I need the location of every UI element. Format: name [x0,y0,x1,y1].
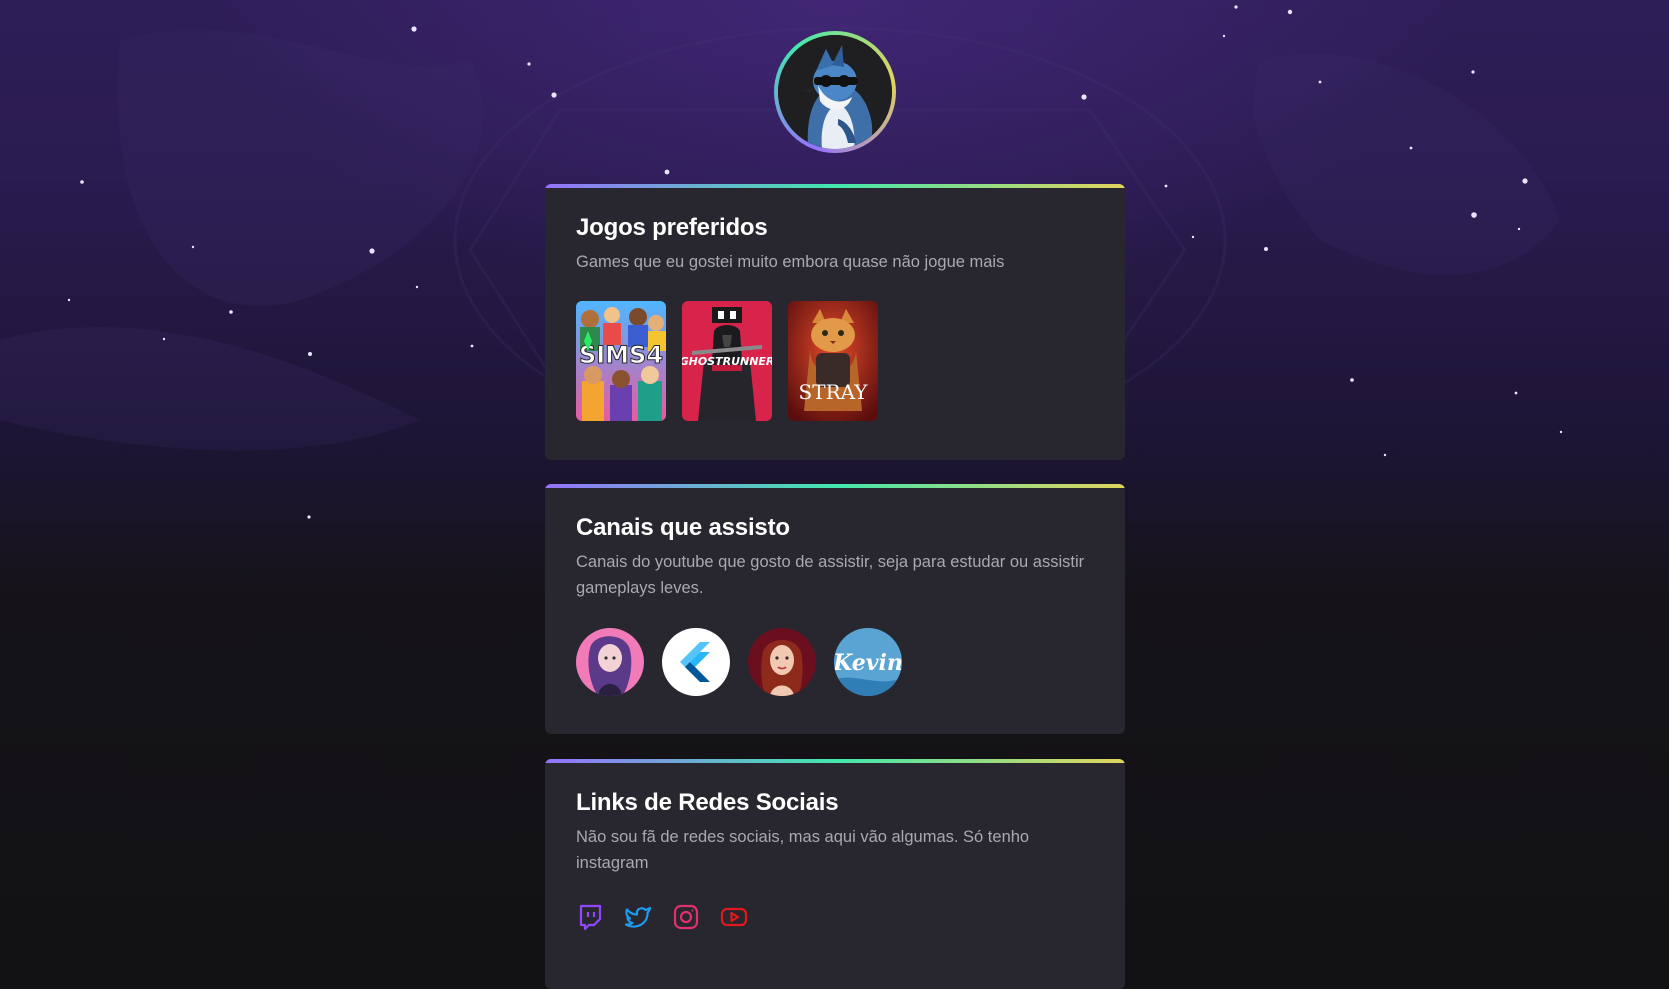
stray-cover-icon[interactable]: STRAY [788,301,878,421]
sims4-cover-icon[interactable]: SIMS4 [576,301,666,421]
profile-avatar-ring [774,31,896,153]
twitch-icon[interactable] [576,903,604,931]
channels-list: Kevin [576,628,1093,696]
youtube-icon[interactable] [720,903,748,931]
section-description: Não sou fã de redes sociais, mas aqui vã… [576,828,1030,872]
blue-jay-avatar-icon [778,35,892,149]
channel-kevin-logo-icon[interactable]: Kevin [834,628,902,696]
svg-text:Kevin: Kevin [834,650,902,676]
section-title: Jogos preferidos [576,214,768,241]
channel-anime-girl-avatar-icon[interactable] [576,628,644,696]
section-description: Canais do youtube que gosto de assistir,… [576,553,1085,597]
ghostrunner-cover-icon[interactable]: GHOSTRUNNER [682,301,772,421]
favorite-games-card: Jogos preferidos Games que eu gostei mui… [545,184,1125,460]
section-title: Canais que assisto [576,514,790,541]
channel-redhead-avatar-icon[interactable] [748,628,816,696]
svg-text:SIMS4: SIMS4 [579,341,663,369]
svg-text:STRAY: STRAY [799,380,869,404]
channel-flutter-logo-icon[interactable] [662,628,730,696]
channels-card: Canais que assisto Canais do youtube que… [545,484,1125,734]
svg-text:GHOSTRUNNER: GHOSTRUNNER [682,355,772,368]
games-list: SIMS4 GHOSTRUNNER STRAY [576,301,1093,421]
social-links-card: Links de Redes Sociais Não sou fã de red… [545,759,1125,989]
section-title: Links de Redes Sociais [576,789,839,816]
instagram-icon[interactable] [672,903,700,931]
section-description: Games que eu gostei muito embora quase n… [576,253,1005,271]
twitter-icon[interactable] [624,903,652,931]
social-links-list [576,903,1093,931]
